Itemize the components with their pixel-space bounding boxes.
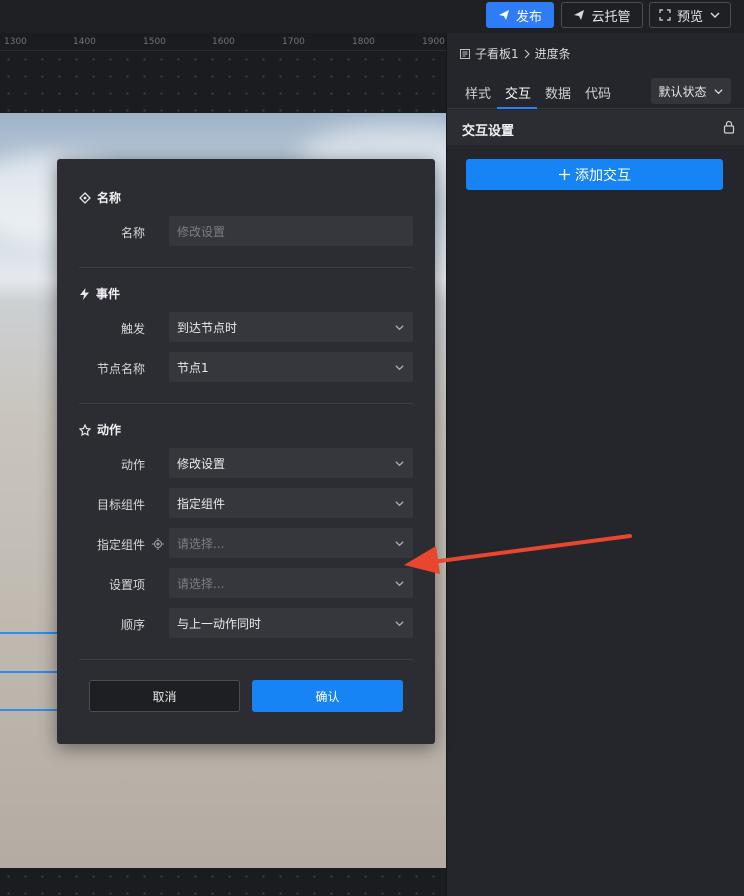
publish-button[interactable]: 发布 — [486, 2, 554, 28]
add-interaction-button[interactable]: 添加交互 — [466, 159, 723, 190]
action-select[interactable]: 修改设置 — [169, 448, 413, 478]
cancel-button-label: 取消 — [152, 689, 177, 704]
specified-component-placeholder: 请选择... — [177, 536, 225, 551]
chevron-down-icon[interactable] — [709, 9, 721, 21]
target-component-label: 目标组件 — [96, 498, 145, 512]
action-section-title: 动作 — [79, 421, 121, 438]
trigger-label: 触发 — [120, 322, 145, 336]
order-label: 顺序 — [120, 618, 145, 632]
state-select[interactable]: 默认状态 — [651, 78, 731, 104]
send-icon — [498, 10, 509, 20]
name-section-title: 名称 — [79, 189, 121, 206]
event-section-title: 事件 — [79, 285, 120, 302]
lightning-icon — [80, 287, 89, 300]
send-icon — [574, 10, 585, 20]
ruler-label: 1400 — [73, 37, 96, 47]
chevron-down-icon — [395, 581, 404, 587]
name-input-placeholder: 修改设置 — [177, 224, 226, 239]
lock-icon[interactable] — [723, 120, 735, 134]
ruler-label: 1500 — [143, 37, 166, 47]
chevron-down-icon — [395, 461, 404, 467]
name-label: 名称 — [120, 226, 145, 240]
publish-label: 发布 — [515, 9, 542, 25]
tab-style[interactable]: 样式 — [465, 83, 491, 102]
divider — [79, 267, 413, 268]
target-picker-icon[interactable] — [152, 538, 164, 550]
divider — [79, 403, 413, 404]
chevron-down-icon — [395, 621, 404, 627]
chevron-down-icon — [713, 88, 723, 94]
preview-label: 预览 — [676, 9, 703, 25]
add-interaction-label: 添加交互 — [575, 167, 631, 184]
tab-code[interactable]: 代码 — [585, 83, 611, 102]
node-name-select-value: 节点1 — [177, 360, 209, 375]
progress-line — [0, 709, 60, 711]
section-title: 交互设置 — [462, 124, 515, 139]
annotation-arrow — [404, 534, 632, 574]
divider — [79, 659, 413, 660]
top-toolbar: 发布 云托管 预览 — [0, 0, 744, 33]
board-icon — [460, 48, 470, 59]
event-section-label: 事件 — [96, 287, 121, 301]
target-component-select[interactable]: 指定组件 — [169, 488, 413, 518]
preview-button[interactable]: 预览 — [649, 2, 731, 28]
ruler-label: 1700 — [282, 37, 305, 47]
plus-icon — [559, 169, 570, 180]
setting-item-label: 设置项 — [108, 578, 145, 592]
action-select-value: 修改设置 — [177, 456, 226, 471]
state-select-value: 默认状态 — [658, 84, 707, 99]
order-select[interactable]: 与上一动作同时 — [169, 608, 413, 638]
cloud-hosting-label: 云托管 — [591, 9, 631, 25]
setting-item-select[interactable]: 请选择... — [169, 568, 413, 598]
target-component-select-value: 指定组件 — [177, 496, 226, 511]
name-section-label: 名称 — [97, 191, 122, 205]
chevron-down-icon — [395, 365, 404, 371]
specified-component-select[interactable]: 请选择... — [169, 528, 413, 558]
trigger-select[interactable]: 到达节点时 — [169, 312, 413, 342]
action-section-label: 动作 — [97, 423, 122, 437]
ruler-ticks: 1300 1400 1500 1600 1700 1800 1900 — [0, 33, 446, 51]
trigger-select-value: 到达节点时 — [177, 320, 238, 335]
ruler-label: 1600 — [212, 37, 235, 47]
chevron-down-icon — [395, 501, 404, 507]
ruler-label: 1900 — [422, 37, 445, 47]
fullscreen-icon — [659, 9, 671, 21]
canvas-grid-dots — [0, 51, 446, 113]
node-name-select[interactable]: 节点1 — [169, 352, 413, 382]
progress-line — [0, 671, 60, 673]
setting-item-placeholder: 请选择... — [177, 576, 225, 591]
breadcrumb-current: 进度条 — [534, 47, 571, 61]
canvas-grid-dots — [0, 868, 446, 896]
order-select-value: 与上一动作同时 — [177, 616, 262, 631]
specified-component-label: 指定组件 — [96, 538, 145, 552]
confirm-button[interactable]: 确认 — [252, 680, 403, 712]
action-label: 动作 — [120, 458, 145, 472]
tab-interaction[interactable]: 交互 — [505, 83, 531, 102]
node-name-label: 节点名称 — [96, 362, 145, 376]
interaction-settings-header: 交互设置 — [447, 110, 744, 145]
action-icon — [79, 423, 91, 436]
name-input[interactable]: 修改设置 — [169, 216, 413, 246]
ruler-label: 1300 — [4, 37, 27, 47]
properties-panel: 子看板1 进度条 样式 交互 数据 代码 默认状态 交互设置 添加交互 — [446, 33, 744, 896]
canvas-ruler: 1300 1400 1500 1600 1700 1800 1900 — [0, 33, 446, 113]
breadcrumb: 子看板1 进度条 — [459, 45, 571, 62]
interaction-dialog: 名称 名称 修改设置 事件 触发 到达节点时 节点名称 节点1 动作 动作 修改… — [57, 159, 435, 744]
chevron-right-icon — [524, 49, 530, 58]
progress-line — [0, 632, 60, 634]
breadcrumb-parent[interactable]: 子看板1 — [475, 45, 519, 62]
chevron-down-icon — [395, 325, 404, 331]
panel-tabs: 样式 交互 数据 代码 默认状态 — [447, 73, 744, 109]
diamond-icon — [79, 191, 91, 204]
ruler-label: 1800 — [352, 37, 375, 47]
tab-data[interactable]: 数据 — [545, 83, 571, 102]
active-tab-indicator — [497, 107, 537, 109]
confirm-button-label: 确认 — [315, 689, 340, 704]
cloud-hosting-button[interactable]: 云托管 — [561, 2, 643, 28]
cancel-button[interactable]: 取消 — [89, 680, 240, 712]
